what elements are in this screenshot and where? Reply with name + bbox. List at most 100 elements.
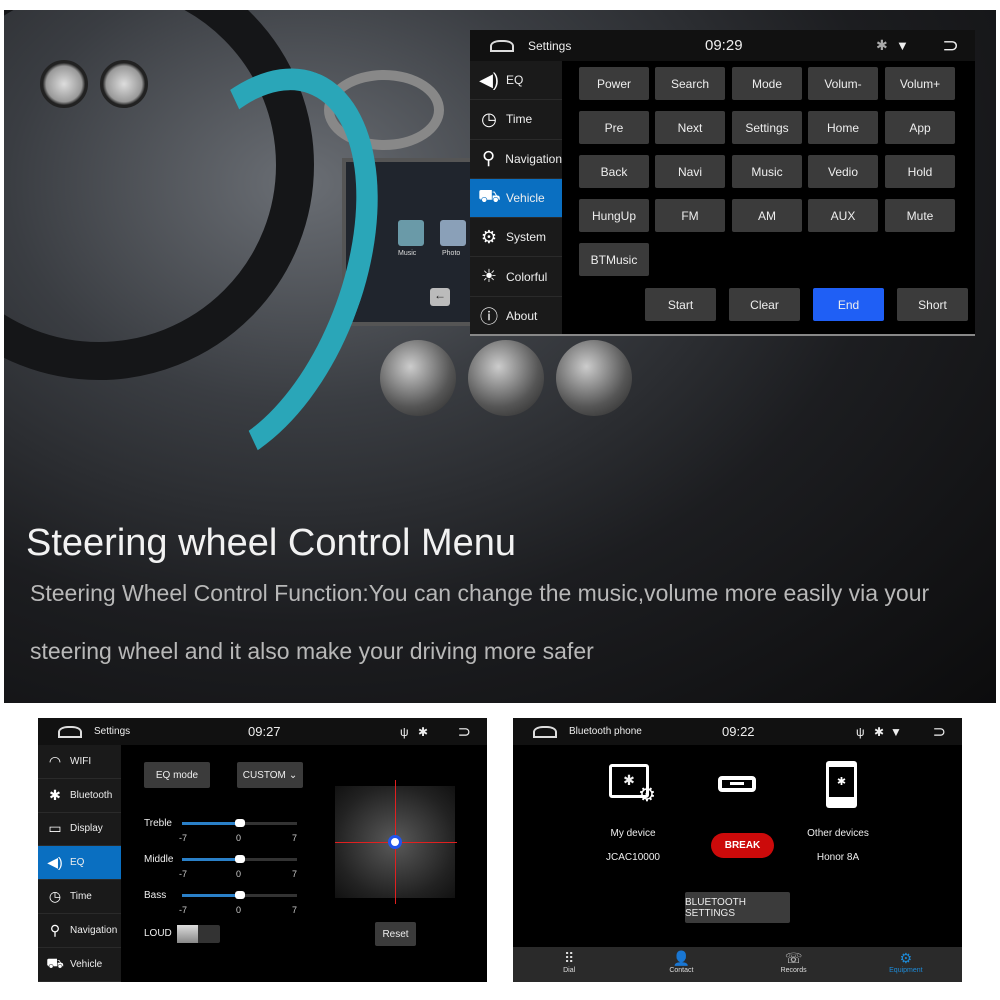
eq-mode-button[interactable]: EQ mode	[144, 762, 210, 788]
sidebar-item-label: Colorful	[506, 269, 548, 284]
sidebar-item-wifi[interactable]: ◠ WIFI	[38, 745, 121, 779]
key-mute-button[interactable]: Mute	[885, 199, 955, 232]
loud-toggle[interactable]	[177, 925, 220, 943]
sidebar-item-bluetooth[interactable]: ✱ Bluetooth	[38, 779, 121, 813]
nav-tab-equipment[interactable]: ⚙ Equipment	[850, 947, 962, 982]
status-bar: Settings 09:27 ψ ✱ ⊃	[38, 718, 487, 745]
start-button[interactable]: Start	[645, 288, 716, 321]
sidebar-item-time[interactable]: ◷ Time	[470, 100, 562, 140]
slider-thumb[interactable]	[234, 819, 245, 827]
info-icon: ⓘ	[480, 306, 498, 327]
phone-icon: ✱	[826, 761, 857, 808]
back-icon[interactable]: ⊃	[933, 722, 946, 742]
key-hungup-button[interactable]: HungUp	[579, 199, 649, 232]
key-aux-button[interactable]: AUX	[808, 199, 878, 232]
home-icon[interactable]	[533, 725, 557, 738]
nav-tab-records[interactable]: ☏ Records	[738, 947, 850, 982]
description-line-1: Steering Wheel Control Function:You can …	[30, 580, 930, 606]
key-app-button[interactable]: App	[885, 111, 955, 144]
sidebar: ◠ WIFI ✱ Bluetooth ▭ Display ◀) EQ ◷ Time ⚲ Navigat…	[38, 745, 121, 982]
speaker-icon: ◀)	[479, 69, 499, 90]
key-settings-button[interactable]: Settings	[732, 111, 802, 144]
key-back-button[interactable]: Back	[579, 155, 649, 188]
bluetooth-icon: ✱	[49, 786, 61, 803]
clock: 09:29	[705, 37, 743, 54]
bass-slider[interactable]	[182, 891, 297, 899]
short-button[interactable]: Short	[897, 288, 968, 321]
key-next-button[interactable]: Next	[655, 111, 725, 144]
key-hold-button[interactable]: Hold	[885, 155, 955, 188]
bluetooth-settings-button[interactable]: BLUETOOTH SETTINGS	[685, 892, 790, 923]
sidebar-item-label: About	[506, 308, 538, 323]
key-volum--button[interactable]: Volum+	[885, 67, 955, 100]
key-fm-button[interactable]: FM	[655, 199, 725, 232]
back-icon[interactable]: ⊃	[942, 33, 959, 58]
bulb-icon: ☀	[480, 266, 498, 287]
nav-tab-label: Equipment	[889, 967, 923, 974]
clear-button[interactable]: Clear	[729, 288, 800, 321]
key-volum--button[interactable]: Volum-	[808, 67, 878, 100]
car-seat-balance-map[interactable]	[335, 780, 457, 904]
slider-tick-max: 7	[292, 869, 298, 879]
climate-knob	[468, 340, 544, 416]
key-navi-button[interactable]: Navi	[655, 155, 725, 188]
headline: Steering wheel Control Menu	[26, 522, 517, 564]
key-vedio-button[interactable]: Vedio	[808, 155, 878, 188]
sidebar-item-about[interactable]: ⓘ About	[470, 297, 562, 334]
climate-knob	[380, 340, 456, 416]
key-search-button[interactable]: Search	[655, 67, 725, 100]
status-bar: Settings 09:29 ✱ ▼ ⊃	[470, 30, 975, 61]
bluetooth-icon: ✱	[418, 724, 429, 739]
car-gear-icon: ⛟	[46, 954, 64, 971]
eq-mode-dropdown[interactable]: CUSTOM ⌄	[237, 762, 303, 788]
wifi-icon: ▼	[896, 38, 909, 53]
dialpad-icon: ⠿	[563, 950, 575, 966]
key-power-button[interactable]: Power	[579, 67, 649, 100]
home-icon[interactable]	[490, 39, 514, 52]
sidebar-item-eq[interactable]: ◀) EQ	[38, 846, 121, 881]
sidebar-item-label: EQ	[70, 857, 85, 869]
middle-slider[interactable]	[182, 855, 297, 863]
slider-fill	[182, 894, 240, 897]
contact-icon: 👤	[672, 950, 691, 966]
sidebar-item-time[interactable]: ◷ Time	[38, 880, 121, 914]
slider-fill	[182, 822, 240, 825]
display-icon: ▭	[48, 820, 62, 837]
nav-tab-contact[interactable]: 👤 Contact	[625, 947, 737, 982]
sidebar-item-system[interactable]: ⚙ System	[470, 218, 562, 258]
reset-button[interactable]: Reset	[375, 922, 416, 946]
sidebar-item-navigation[interactable]: ⚲ Navigation	[470, 140, 562, 179]
sidebar-item-display[interactable]: ▭ Display	[38, 813, 121, 847]
slider-thumb[interactable]	[234, 891, 245, 899]
sidebar-item-navigation[interactable]: ⚲ Navigation	[38, 914, 121, 948]
key-home-button[interactable]: Home	[808, 111, 878, 144]
end-button[interactable]: End	[813, 288, 884, 321]
back-icon[interactable]: ⊃	[458, 722, 471, 742]
sidebar-item-label: Time	[506, 112, 533, 127]
home-icon[interactable]	[58, 725, 82, 738]
break-button[interactable]: BREAK	[711, 833, 774, 858]
sidebar-item-vehicle[interactable]: ⛟ Vehicle	[38, 948, 121, 982]
key-pre-button[interactable]: Pre	[579, 111, 649, 144]
slider-thumb[interactable]	[234, 855, 245, 863]
slider-tick-max: 7	[292, 905, 298, 915]
balance-handle[interactable]	[388, 835, 402, 849]
key-mode-button[interactable]: Mode	[732, 67, 802, 100]
photo-app-label: Photo	[442, 250, 461, 257]
sidebar-item-vehicle[interactable]: ⛟ Vehicle	[470, 178, 562, 219]
sidebar-item-eq[interactable]: ◀) EQ	[470, 61, 562, 101]
key-am-button[interactable]: AM	[732, 199, 802, 232]
key-btmusic-button[interactable]: BTMusic	[579, 243, 649, 276]
sidebar-item-label: Navigation	[70, 924, 118, 936]
sidebar-item-label: System	[506, 230, 547, 245]
slider-tick-max: 7	[292, 833, 298, 843]
sidebar-item-colorful[interactable]: ☀ Colorful	[470, 257, 562, 297]
treble-slider[interactable]	[182, 819, 297, 827]
bluetooth-icon: ✱	[876, 37, 888, 53]
usb-icon: ψ	[400, 724, 409, 739]
eq-settings-panel: Settings 09:27 ψ ✱ ⊃ ◠ WIFI ✱ Bluetooth ▭ Dis…	[38, 718, 487, 982]
slider-fill	[182, 858, 240, 861]
call-records-icon: ☏	[784, 950, 803, 966]
nav-tab-dial[interactable]: ⠿ Dial	[513, 947, 625, 982]
key-music-button[interactable]: Music	[732, 155, 802, 188]
